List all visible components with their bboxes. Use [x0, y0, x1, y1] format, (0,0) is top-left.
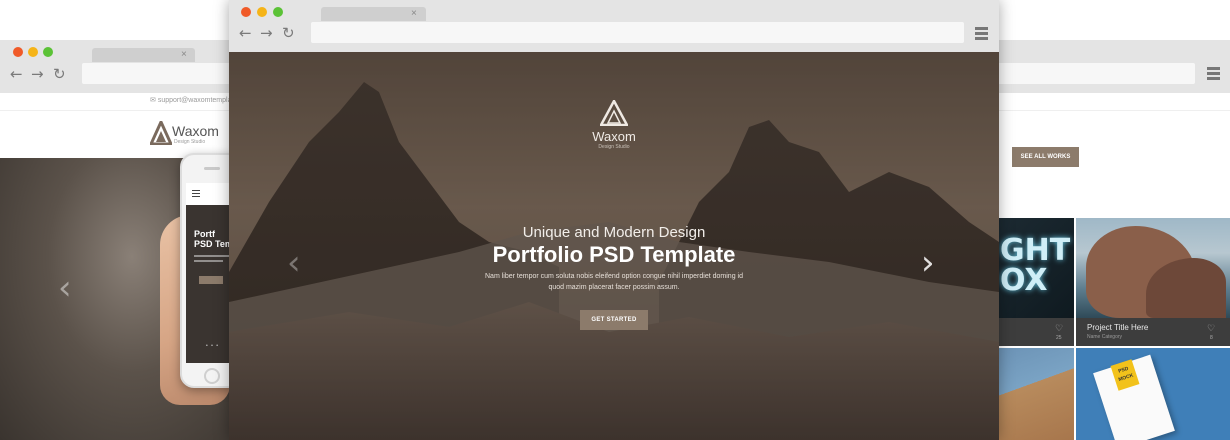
maximize-window-dot[interactable]	[273, 7, 283, 17]
reload-icon[interactable]: ↻	[282, 26, 295, 41]
minimize-window-dot[interactable]	[28, 47, 38, 57]
like-count: 8	[1210, 335, 1213, 341]
hero-body-text: Nam liber tempor cum soluta nobis eleife…	[485, 273, 743, 291]
site-logo-subtitle: Design Studio	[174, 139, 206, 145]
slider-next-icon[interactable]: ›	[921, 246, 935, 280]
phone-speaker	[204, 167, 220, 170]
waxom-logo-icon[interactable]	[600, 100, 628, 126]
lightbox-text: GHT OX	[1000, 233, 1071, 298]
front-browser-chrome: × ← → ↻	[229, 0, 999, 52]
phone-cta-button	[199, 276, 223, 284]
phone-hero-title: Portf PSD Tem	[194, 229, 233, 249]
browser-menu-icon[interactable]	[975, 27, 988, 42]
maximize-window-dot[interactable]	[43, 47, 53, 57]
slider-prev-icon[interactable]: ‹	[287, 246, 301, 280]
heart-icon[interactable]: ♡	[1207, 324, 1215, 333]
tab-close-icon[interactable]: ×	[181, 50, 187, 60]
hero-title: Portfolio PSD Template	[492, 242, 736, 267]
mail-icon: ✉	[150, 97, 156, 104]
back-arrow-icon[interactable]: ←	[10, 67, 23, 82]
browser-tab[interactable]: ×	[321, 7, 426, 21]
address-bar[interactable]	[311, 22, 964, 43]
browser-tab[interactable]: ×	[92, 48, 195, 62]
phone-hero-body	[194, 255, 230, 265]
minimize-window-dot[interactable]	[257, 7, 267, 17]
browser-menu-icon[interactable]	[1207, 67, 1220, 82]
portfolio-tile-rock[interactable]	[1076, 218, 1230, 318]
hero-subtitle: Unique and Modern Design	[522, 224, 706, 241]
forward-arrow-icon[interactable]: →	[260, 26, 273, 41]
forward-arrow-icon[interactable]: →	[31, 67, 44, 82]
close-window-dot[interactable]	[13, 47, 23, 57]
phone-menu-icon	[192, 190, 200, 199]
heart-icon[interactable]: ♡	[1055, 324, 1063, 333]
see-all-works-button[interactable]: SEE ALL WORKS	[1012, 147, 1079, 167]
project-category: Name Category	[1087, 334, 1123, 340]
phone-home-button	[204, 368, 220, 384]
site-logo[interactable]: Waxom Design Studio	[148, 118, 219, 150]
phone-slider-dots: • • •	[206, 343, 220, 349]
screenshot-stage: × ← → ↻ ✉ support@waxomtemplate.c Waxom …	[0, 0, 1230, 440]
front-browser-window: × ← → ↻ Waxom Design Studio Unique and M…	[229, 0, 999, 440]
portfolio-card-footer: Project Title Here Name Category ♡ 8	[1076, 318, 1230, 346]
tab-close-icon[interactable]: ×	[411, 9, 417, 19]
close-window-dot[interactable]	[241, 7, 251, 17]
hero-logo-subtitle: Design Studio	[598, 144, 630, 150]
portfolio-tile-lightbox[interactable]: GHT OX	[998, 218, 1074, 318]
back-arrow-icon[interactable]: ←	[239, 26, 252, 41]
like-count: 25	[1056, 335, 1062, 341]
portfolio-tile-building[interactable]	[998, 348, 1074, 440]
portfolio-tile-mockup[interactable]: PSD MOCK	[1076, 348, 1230, 440]
waxom-logo-icon	[148, 118, 174, 146]
get-started-button[interactable]: GET STARTED	[580, 310, 648, 330]
slider-prev-icon[interactable]: ‹	[58, 268, 72, 308]
site-logo-text: Waxom	[172, 123, 219, 139]
project-title[interactable]: Project Title Here	[1087, 323, 1148, 332]
portfolio-card-footer: ♡ 25	[998, 318, 1074, 346]
reload-icon[interactable]: ↻	[53, 67, 66, 82]
hero-logo-text: Waxom	[592, 129, 636, 144]
hero-slider: Waxom Design Studio Unique and Modern De…	[229, 52, 999, 440]
